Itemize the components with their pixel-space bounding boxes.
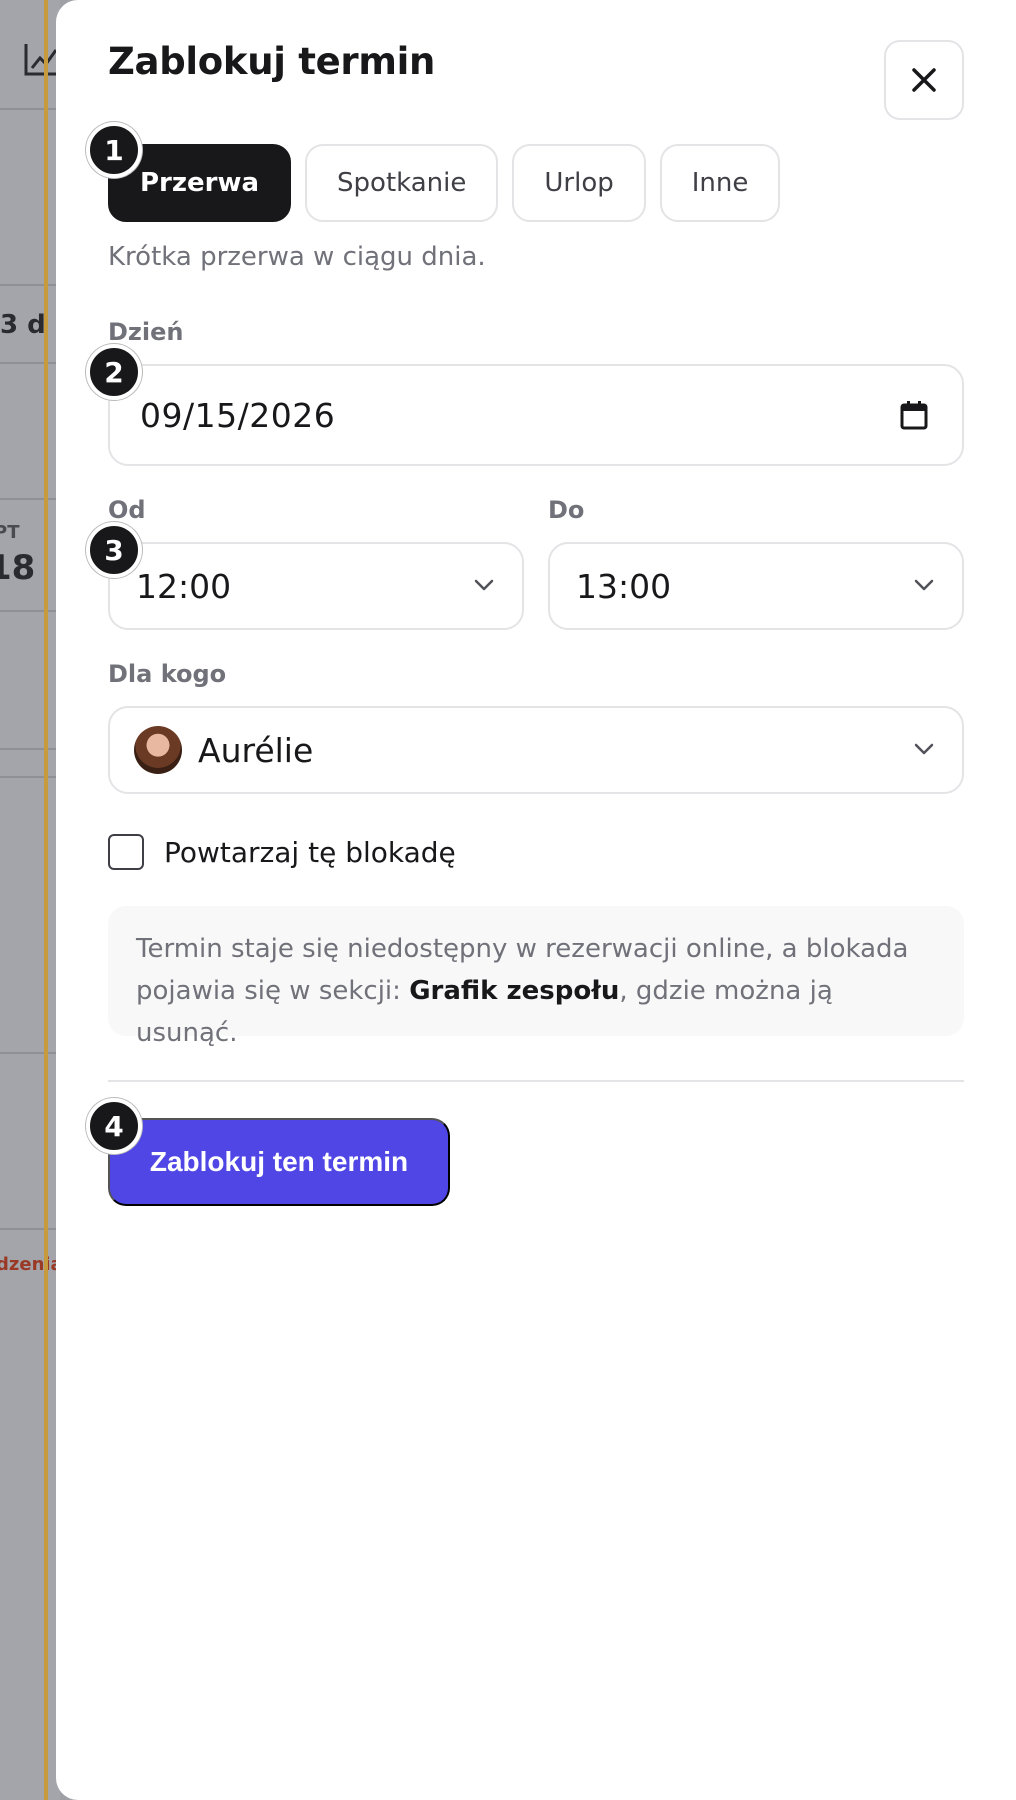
staff-select-value: Aurélie <box>198 730 314 770</box>
block-slot-button[interactable]: Zablokuj ten termin <box>108 1118 450 1206</box>
staff-select[interactable]: Aurélie <box>108 706 964 794</box>
day-date-value: 09/15/2026 <box>140 395 336 435</box>
to-time-value: 13:00 <box>576 566 672 606</box>
info-link-name: Grafik zespołu <box>409 976 620 1006</box>
chart-icon <box>24 44 60 76</box>
repeat-block-option[interactable]: Powtarzaj tę blokadę <box>108 834 456 870</box>
from-time-select[interactable]: 12:00 <box>108 542 524 630</box>
from-time-value: 12:00 <box>136 566 232 606</box>
chevron-down-icon <box>474 579 494 591</box>
close-button[interactable] <box>884 40 964 120</box>
block-type-tabs: Przerwa Spotkanie Urlop Inne <box>108 144 781 222</box>
repeat-checkbox-label: Powtarzaj tę blokadę <box>164 835 456 869</box>
step-badge-2: 2 <box>86 344 142 400</box>
for-whom-label: Dla kogo <box>108 660 227 688</box>
chevron-down-icon <box>914 579 934 591</box>
tab-inne[interactable]: Inne <box>659 144 781 222</box>
day-date-input[interactable]: 09/15/2026 <box>108 364 964 466</box>
info-note: Termin staje się niedostępny w rezerwacj… <box>108 906 964 1048</box>
tab-spotkanie[interactable]: Spotkanie <box>305 144 499 222</box>
chevron-down-icon <box>914 743 934 755</box>
background-page: 3 d PT 18 dzenia <box>0 0 60 1800</box>
to-label: Do <box>548 496 585 524</box>
block-type-description: Krótka przerwa w ciągu dnia. <box>108 242 486 272</box>
background-count: 3 d <box>0 310 46 340</box>
panel-edge-accent <box>44 0 48 1800</box>
day-label: Dzień <box>108 318 184 346</box>
step-badge-3: 3 <box>86 522 142 578</box>
step-badge-4: 4 <box>86 1098 142 1154</box>
close-icon <box>912 68 936 92</box>
background-day-number: 18 <box>0 548 36 588</box>
background-note: dzenia <box>0 1254 60 1275</box>
background-weekday: PT <box>0 522 20 543</box>
calendar-icon[interactable] <box>900 400 928 430</box>
divider <box>108 1080 964 1082</box>
repeat-checkbox[interactable] <box>108 834 144 870</box>
step-badge-1: 1 <box>86 122 142 178</box>
tab-urlop[interactable]: Urlop <box>512 144 646 222</box>
from-label: Od <box>108 496 146 524</box>
avatar <box>134 726 182 774</box>
panel-title: Zablokuj termin <box>108 40 436 83</box>
block-time-panel: Zablokuj termin Przerwa Spotkanie Urlop … <box>56 0 1016 1800</box>
to-time-select[interactable]: 13:00 <box>548 542 964 630</box>
